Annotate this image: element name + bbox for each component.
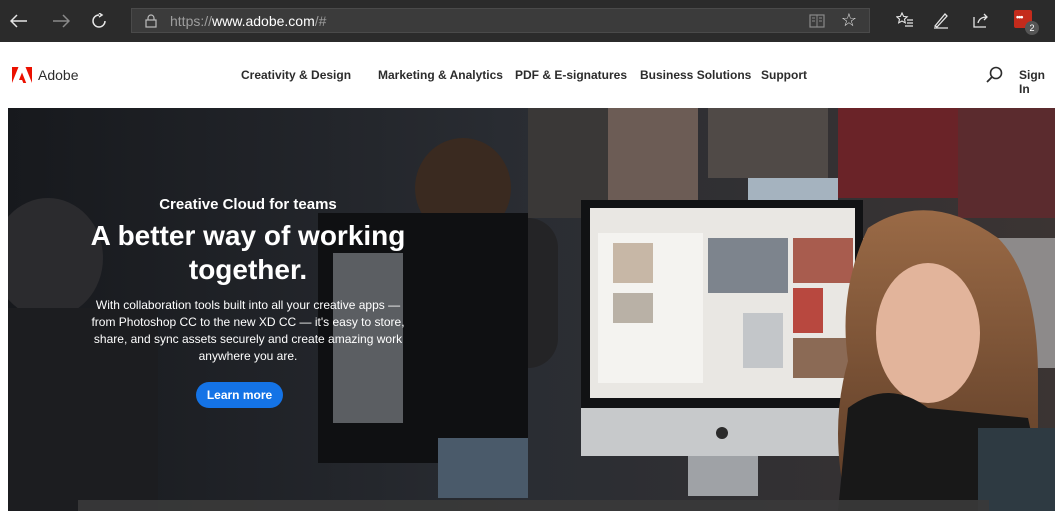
hero-banner: Creative Cloud for teams A better way of… xyxy=(8,108,1055,511)
share-icon[interactable] xyxy=(970,9,992,31)
content-strip xyxy=(78,500,989,511)
address-bar[interactable]: https://www.adobe.com/# ☆ xyxy=(131,8,870,33)
nav-creativity-design[interactable]: Creativity & Design xyxy=(241,68,351,82)
browser-toolbar: https://www.adobe.com/# ☆ ••• 2 xyxy=(0,0,1055,42)
hero-copy: Creative Cloud for teams A better way of… xyxy=(78,196,418,365)
url-scheme: https:// xyxy=(170,13,213,29)
favorite-star-icon[interactable]: ☆ xyxy=(841,10,857,31)
sign-in-link[interactable]: Sign In xyxy=(1019,68,1055,96)
learn-more-button[interactable]: Learn more xyxy=(196,382,283,408)
extension-icon[interactable]: ••• 2 xyxy=(1014,10,1039,35)
back-icon[interactable] xyxy=(6,8,32,34)
site-header: Adobe Creativity & Design Marketing & An… xyxy=(0,42,1055,108)
nav-support[interactable]: Support xyxy=(761,68,807,82)
url-path: /# xyxy=(314,13,327,29)
extension-badge: 2 xyxy=(1025,21,1039,35)
nav-marketing-analytics[interactable]: Marketing & Analytics xyxy=(378,68,503,82)
forward-icon[interactable] xyxy=(48,8,74,34)
favorites-list-icon[interactable] xyxy=(894,9,916,31)
nav-business-solutions[interactable]: Business Solutions xyxy=(640,68,751,82)
brand-name[interactable]: Adobe xyxy=(38,67,78,83)
search-icon[interactable] xyxy=(986,66,1004,84)
hero-body: With collaboration tools built into all … xyxy=(91,298,405,363)
adobe-logo-icon[interactable] xyxy=(12,67,32,84)
lock-icon xyxy=(145,14,157,28)
hero-headline: A better way of working together. xyxy=(90,220,406,285)
pen-icon[interactable] xyxy=(930,9,952,31)
url-host: www.adobe.com xyxy=(212,13,315,29)
refresh-icon[interactable] xyxy=(86,8,112,34)
extension-dots: ••• xyxy=(1016,12,1024,22)
address-url: https://www.adobe.com/# xyxy=(170,13,326,29)
nav-pdf-esignatures[interactable]: PDF & E-signatures xyxy=(515,68,627,82)
hero-eyebrow: Creative Cloud for teams xyxy=(159,196,337,213)
reading-view-icon[interactable] xyxy=(809,13,825,29)
